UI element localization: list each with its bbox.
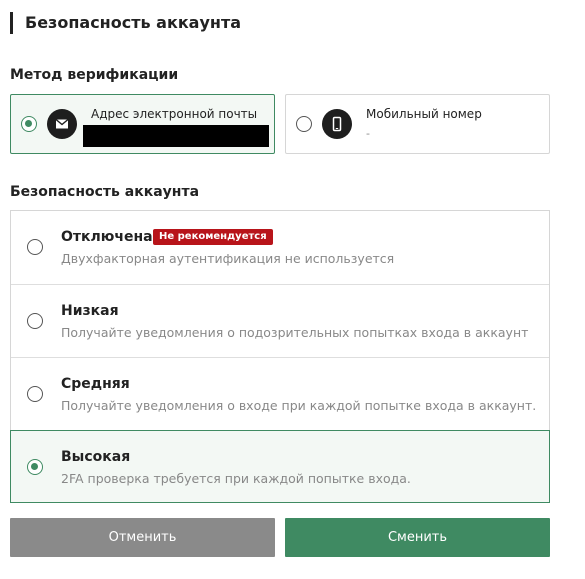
security-level-list: Отключена Не рекомендуется Двухфакторная… xyxy=(10,210,550,503)
option-title: Низкая xyxy=(61,303,119,319)
method-card-phone[interactable]: Мобильный номер - xyxy=(285,94,550,154)
security-option-high[interactable]: Высокая 2FA проверка требуется при каждо… xyxy=(10,430,550,503)
account-security-label: Безопасность аккаунта xyxy=(10,184,200,200)
mobile-phone-icon xyxy=(322,109,352,139)
radio-off[interactable] xyxy=(27,239,43,255)
option-title: Средняя xyxy=(61,376,130,392)
not-recommended-badge: Не рекомендуется xyxy=(153,229,273,245)
verification-method-label: Метод верификации xyxy=(10,67,179,83)
method-card-email[interactable]: Адрес электронной почты xyxy=(10,94,275,154)
page-title: Безопасность аккаунта xyxy=(10,12,241,34)
option-description: Получайте уведомления о входе при каждой… xyxy=(61,398,537,413)
mail-icon xyxy=(47,109,77,139)
option-description: Двухфакторная аутентификация не использу… xyxy=(61,251,395,266)
email-redacted-value xyxy=(83,125,269,147)
option-description: 2FA проверка требуется при каждой попытк… xyxy=(61,471,411,486)
cancel-button[interactable]: Отменить xyxy=(10,518,275,557)
change-button[interactable]: Сменить xyxy=(285,518,550,557)
option-title: Высокая xyxy=(61,449,131,465)
radio-medium[interactable] xyxy=(27,386,43,402)
method-phone-title: Мобильный номер xyxy=(366,107,482,121)
security-option-medium[interactable]: Средняя Получайте уведомления о входе пр… xyxy=(11,357,549,430)
security-option-low[interactable]: Низкая Получайте уведомления о подозрите… xyxy=(11,284,549,357)
option-title: Отключена xyxy=(61,229,153,245)
radio-email[interactable] xyxy=(21,116,37,132)
radio-low[interactable] xyxy=(27,313,43,329)
option-description: Получайте уведомления о подозрительных п… xyxy=(61,325,529,340)
radio-high[interactable] xyxy=(27,459,43,475)
method-email-title: Адрес электронной почты xyxy=(91,107,258,121)
security-option-off[interactable]: Отключена Не рекомендуется Двухфакторная… xyxy=(11,211,549,284)
radio-phone[interactable] xyxy=(296,116,312,132)
method-phone-value: - xyxy=(366,127,370,140)
